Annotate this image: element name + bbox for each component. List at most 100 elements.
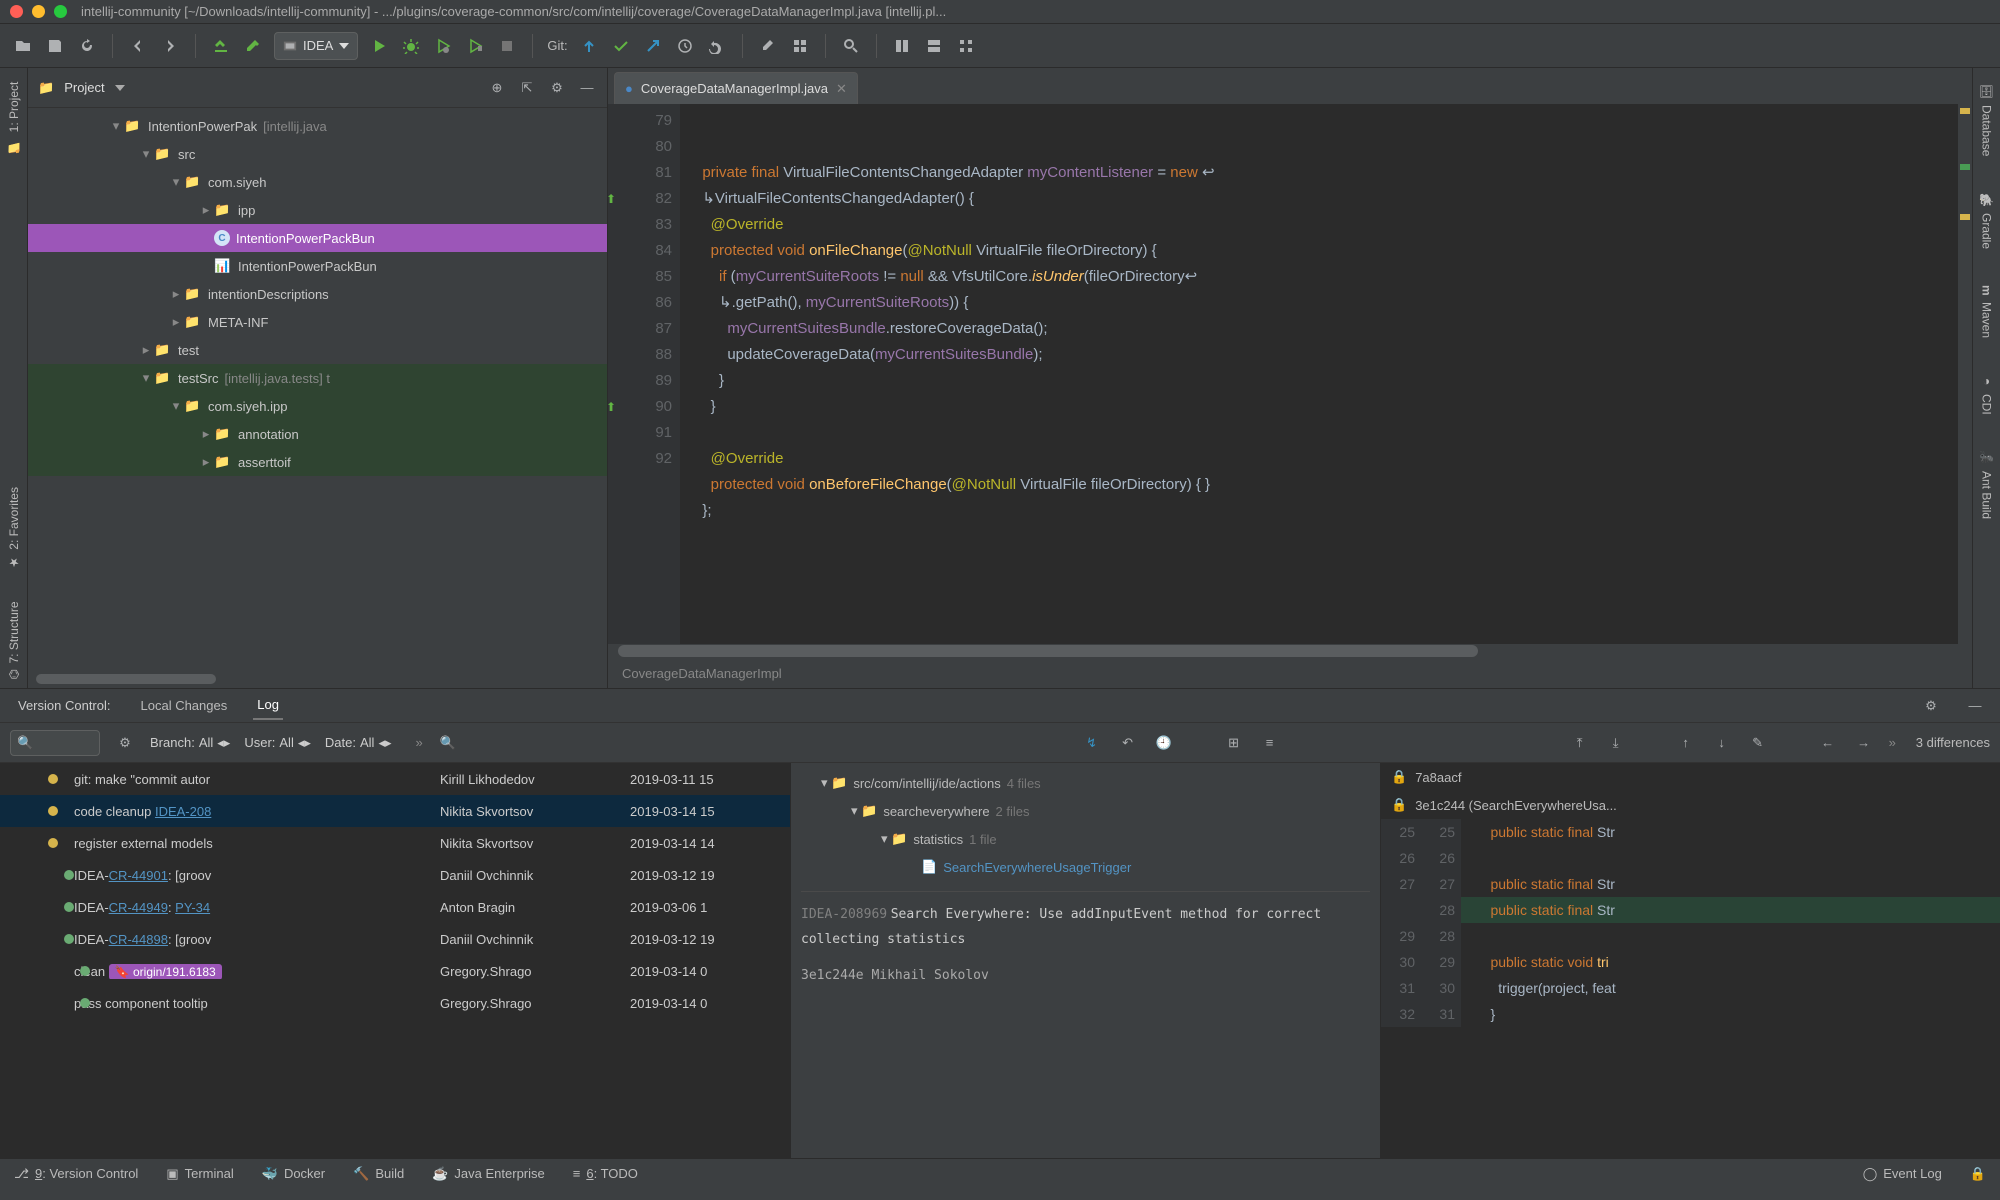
run-config-dropdown[interactable]: IDEA: [274, 32, 358, 60]
tree-row[interactable]: ▸📁META-INF: [28, 308, 607, 336]
locate-icon[interactable]: ⊕: [487, 78, 507, 98]
expand-all-icon[interactable]: ⤒: [1569, 732, 1591, 754]
undo-icon[interactable]: ↶: [1117, 732, 1139, 754]
date-filter[interactable]: Date: All ◂▸: [325, 735, 392, 751]
tree-row[interactable]: ▸📁intentionDescriptions: [28, 280, 607, 308]
status-event-log[interactable]: ◯ Event Log: [1863, 1166, 1942, 1182]
tool-icon-2[interactable]: [923, 35, 945, 57]
vcs-gear-icon[interactable]: ⚙: [1920, 695, 1942, 717]
prev-diff-icon[interactable]: ↑: [1675, 732, 1697, 754]
close-window-button[interactable]: [10, 5, 23, 18]
minimize-window-button[interactable]: [32, 5, 45, 18]
project-tree[interactable]: ▾📁IntentionPowerPak[intellij.java▾📁src ▾📁…: [28, 108, 607, 670]
run-icon[interactable]: [368, 35, 390, 57]
tool-icon-3[interactable]: [955, 35, 977, 57]
log-search-icon[interactable]: 🔍: [437, 732, 459, 754]
project-structure-icon[interactable]: [789, 35, 811, 57]
settings-icon[interactable]: [757, 35, 779, 57]
tree-row[interactable]: ▸📁asserttoif: [28, 448, 607, 476]
commit-row[interactable]: code cleanup IDEA-208Nikita Skvortsov201…: [0, 795, 790, 827]
save-icon[interactable]: [44, 35, 66, 57]
tree-row[interactable]: ▸📁ipp: [28, 196, 607, 224]
tree-row[interactable]: ▾📁src: [28, 140, 607, 168]
nav-back-icon[interactable]: [127, 35, 149, 57]
editor-hscrollbar[interactable]: [608, 644, 1972, 658]
commit-row[interactable]: IDEA-CR-44901: [groovDaniil Ovchinnik201…: [0, 859, 790, 891]
status-todo[interactable]: ≡ 6: TODO: [573, 1166, 638, 1181]
maven-tab[interactable]: m Maven: [1978, 277, 1996, 346]
editor-tab[interactable]: ● CoverageDataManagerImpl.java ✕: [614, 72, 858, 104]
file-tree-row[interactable]: ▾ 📁 src/com/intellij/ide/actions 4 files: [801, 769, 1370, 797]
cherry-pick-icon[interactable]: ↯: [1081, 732, 1103, 754]
tab-local-changes[interactable]: Local Changes: [137, 692, 232, 719]
database-tab[interactable]: 🗄 Database: [1978, 76, 1996, 165]
open-file-icon[interactable]: [12, 35, 34, 57]
nav-next-icon[interactable]: →: [1853, 732, 1875, 754]
commit-list[interactable]: git: make "commit autorKirill Likhodedov…: [0, 763, 790, 1158]
diff-code[interactable]: 2525 public static final Str26262727 pub…: [1381, 819, 2000, 1158]
vcs-revert-icon[interactable]: [706, 35, 728, 57]
tab-log[interactable]: Log: [253, 691, 283, 720]
hammer-icon[interactable]: [242, 35, 264, 57]
project-title[interactable]: Project: [64, 80, 104, 95]
tool-icon-1[interactable]: [891, 35, 913, 57]
tree-row[interactable]: ▾📁IntentionPowerPak[intellij.java: [28, 112, 607, 140]
status-jee[interactable]: ☕ Java Enterprise: [432, 1166, 545, 1182]
make-icon[interactable]: [210, 35, 232, 57]
status-terminal[interactable]: ▣ Terminal: [166, 1166, 233, 1182]
vcs-push-icon[interactable]: [642, 35, 664, 57]
debug-icon[interactable]: [400, 35, 422, 57]
commit-row[interactable]: pass component tooltipGregory.Shrago2019…: [0, 987, 790, 1019]
close-tab-icon[interactable]: ✕: [836, 81, 847, 97]
tree-row[interactable]: 📊IntentionPowerPackBun: [28, 252, 607, 280]
tree-row[interactable]: ▸📁annotation: [28, 420, 607, 448]
log-search-input[interactable]: 🔍: [10, 730, 100, 756]
commit-row[interactable]: git: make "commit autorKirill Likhodedov…: [0, 763, 790, 795]
cdi-tab[interactable]: ◑ CDI: [1978, 366, 1996, 423]
breadcrumb[interactable]: CoverageDataManagerImpl: [608, 658, 1972, 688]
line-gutter[interactable]: 79808182⬆8384858687888990⬆9192: [608, 104, 680, 644]
vcs-minimize-icon[interactable]: —: [1964, 695, 1986, 717]
commit-row[interactable]: IDEA-CR-44949: PY-34Anton Bragin2019-03-…: [0, 891, 790, 923]
gradle-tab[interactable]: 🐘 Gradle: [1978, 185, 1996, 258]
nav-forward-icon[interactable]: [159, 35, 181, 57]
profile-icon[interactable]: [464, 35, 486, 57]
project-tab[interactable]: 📁 1: Project: [5, 74, 23, 161]
status-lock-icon[interactable]: 🔒: [1970, 1166, 1986, 1182]
editor-body[interactable]: 79808182⬆8384858687888990⬆9192 private f…: [608, 104, 1972, 644]
search-icon[interactable]: [840, 35, 862, 57]
chevron-down-icon[interactable]: [115, 85, 125, 91]
tree-row[interactable]: ▸📁test: [28, 336, 607, 364]
edit-source-icon[interactable]: ✎: [1747, 732, 1769, 754]
minimize-panel-icon[interactable]: —: [577, 78, 597, 98]
vcs-update-icon[interactable]: [578, 35, 600, 57]
refresh-icon[interactable]: [76, 35, 98, 57]
tree-row[interactable]: ▾📁com.siyeh.ipp: [28, 392, 607, 420]
user-filter[interactable]: User: All ◂▸: [244, 735, 311, 751]
vcs-history-icon[interactable]: [674, 35, 696, 57]
tree-row[interactable]: CIntentionPowerPackBun: [28, 224, 607, 252]
error-stripe[interactable]: [1958, 104, 1972, 644]
collapse-all-icon[interactable]: ⤓: [1605, 732, 1627, 754]
nav-prev-icon[interactable]: ←: [1817, 732, 1839, 754]
tree-row[interactable]: ▾📁testSrc[intellij.java.tests] t: [28, 364, 607, 392]
status-build[interactable]: 🔨 Build: [353, 1166, 404, 1182]
ant-tab[interactable]: 🐜 Ant Build: [1978, 443, 1996, 528]
status-vcs[interactable]: ⎇ 9: Version Control: [14, 1166, 138, 1182]
favorites-tab[interactable]: ★ 2: Favorites: [5, 479, 23, 578]
stop-icon[interactable]: [496, 35, 518, 57]
file-tree-leaf[interactable]: 📄 SearchEverywhereUsageTrigger: [801, 853, 1370, 881]
commit-row[interactable]: clean 🔖 origin/191.6183Gregory.Shrago201…: [0, 955, 790, 987]
group-icon[interactable]: ⊞: [1223, 732, 1245, 754]
project-hscrollbar[interactable]: [36, 674, 599, 684]
status-docker[interactable]: 🐳 Docker: [262, 1166, 325, 1182]
more-icon[interactable]: »: [1889, 735, 1896, 750]
vcs-commit-icon[interactable]: [610, 35, 632, 57]
history-icon[interactable]: 🕘: [1153, 732, 1175, 754]
coverage-icon[interactable]: [432, 35, 454, 57]
filter-gear-icon[interactable]: ⚙: [114, 732, 136, 754]
gear-icon[interactable]: ⚙: [547, 78, 567, 98]
commit-row[interactable]: IDEA-CR-44898: [groovDaniil Ovchinnik201…: [0, 923, 790, 955]
collapse-icon[interactable]: ⇱: [517, 78, 537, 98]
more-filters-icon[interactable]: »: [416, 735, 423, 750]
